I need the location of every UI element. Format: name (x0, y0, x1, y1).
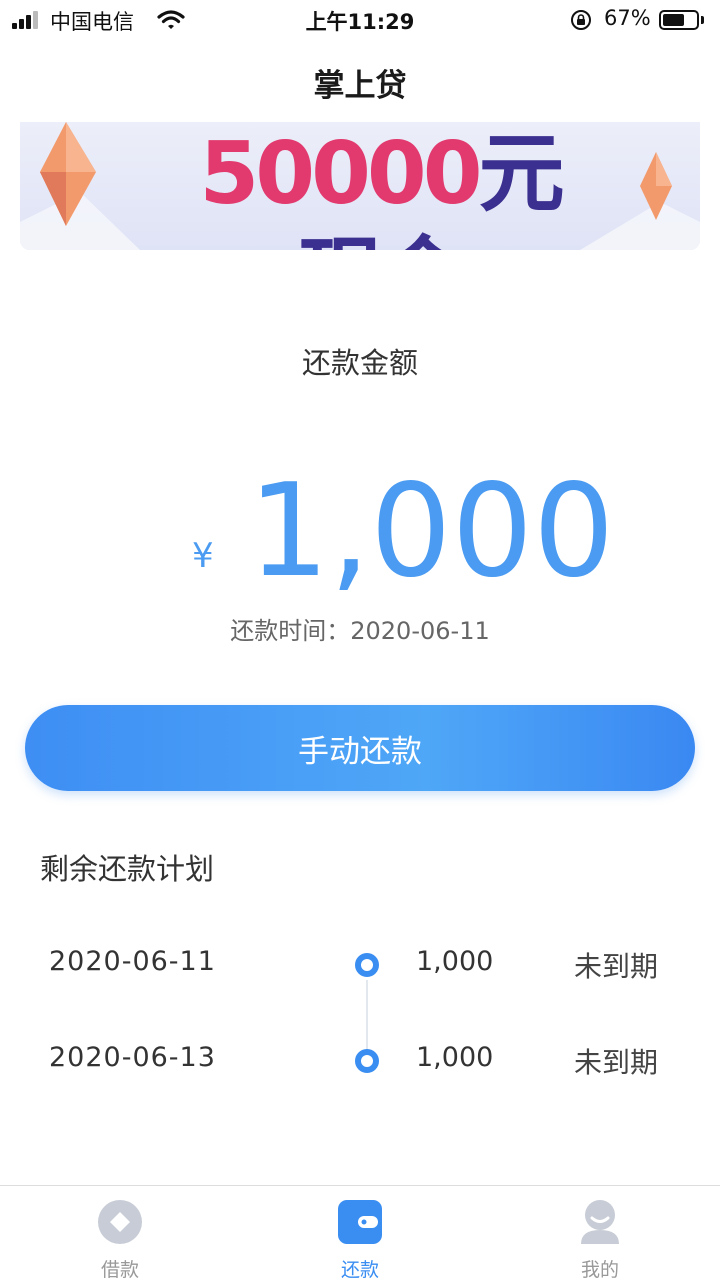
tab-label: 我的 (580, 1259, 619, 1280)
banner-amount: 50000 (199, 124, 482, 224)
plan-row: 2020-06-13 1,000 未到期 (0, 1036, 720, 1086)
status-bar: 中国电信 上午11:29 67% (0, 0, 720, 40)
tab-label: 借款 (100, 1259, 139, 1280)
currency-symbol: ¥ (192, 536, 214, 576)
timeline-dot-icon (355, 953, 379, 977)
promo-banner[interactable]: 50000元现金 (20, 122, 700, 250)
wallet-icon (338, 1200, 382, 1244)
battery-percentage: 67% (604, 6, 651, 30)
repayment-amount-label: 还款金额 (301, 346, 418, 380)
tab-label: 还款 (340, 1259, 379, 1280)
tab-bar: 借款 还款 我的 (0, 1185, 720, 1280)
tab-repay[interactable]: 还款 (240, 1186, 480, 1280)
rotation-lock-icon (571, 10, 591, 30)
tab-loan[interactable]: 借款 (0, 1186, 240, 1280)
due-date-value: 2020-06-11 (350, 617, 490, 645)
plan-amount: 1,000 (416, 946, 494, 977)
plan-row: 2020-06-11 1,000 未到期 (0, 940, 720, 990)
manual-repay-button[interactable]: 手动还款 (25, 705, 695, 791)
due-date-label: 还款时间： (230, 617, 351, 645)
plan-date: 2020-06-11 (49, 946, 216, 977)
battery-tip (701, 16, 704, 24)
tab-mine[interactable]: 我的 (480, 1186, 720, 1280)
plan-title: 剩余还款计划 (40, 852, 215, 886)
user-icon (581, 1200, 619, 1244)
loan-icon (98, 1200, 142, 1244)
timeline-dot-icon (355, 1049, 379, 1073)
due-date-row: 还款时间：2020-06-11 (0, 611, 720, 646)
battery-fill (663, 14, 684, 26)
page-title: 掌上贷 (313, 68, 407, 104)
repayment-amount: 1,000 (248, 457, 615, 606)
battery-icon (659, 10, 699, 30)
plan-status: 未到期 (574, 1046, 659, 1079)
banner-headline: 50000元现金 (170, 122, 590, 250)
plan-status: 未到期 (574, 950, 659, 983)
plan-amount: 1,000 (416, 1042, 494, 1073)
plan-date: 2020-06-13 (49, 1042, 216, 1073)
